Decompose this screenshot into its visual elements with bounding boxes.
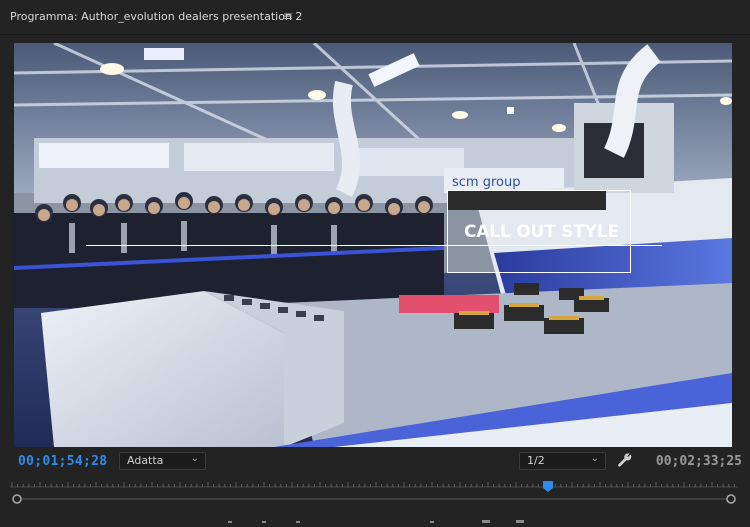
callout-text: CALL OUT STYLE [464,222,619,242]
callout-line [86,245,662,246]
in-point-handle[interactable] [12,494,22,504]
playback-resolution-value: 1/2 [527,454,545,467]
playback-resolution-select[interactable]: 1/2 ⌄ [519,452,606,470]
program-monitor-viewer[interactable]: scm group CALL OUT STYLE [14,43,732,447]
duration-timecode: 00;02;33;25 [655,454,742,469]
timeline-scrubber[interactable] [0,476,750,506]
time-ruler [10,481,738,504]
playhead-marker[interactable] [543,481,553,492]
panel-title-bar: Programma: Author_evolution dealers pres… [0,0,750,35]
panel-title: Programma: Author_evolution dealers pres… [10,10,303,23]
current-timecode[interactable]: 00;01;54;28 [18,454,107,469]
chevron-down-icon: ⌄ [590,453,599,464]
zoom-level-value: Adatta [127,454,164,467]
transport-buttons-partial [228,520,524,523]
chevron-down-icon: ⌄ [190,453,199,464]
wrench-icon[interactable] [617,452,633,468]
monitor-controls-row: 00;01;54;28 Adatta ⌄ 1/2 ⌄ 00;02;33;25 [0,448,750,474]
zoom-level-select[interactable]: Adatta ⌄ [119,452,206,470]
out-point-handle[interactable] [726,494,736,504]
svg-text:scm group: scm group [452,175,520,190]
transport-controls-strip [0,508,750,523]
hamburger-menu-icon[interactable]: ≡ [283,9,293,23]
